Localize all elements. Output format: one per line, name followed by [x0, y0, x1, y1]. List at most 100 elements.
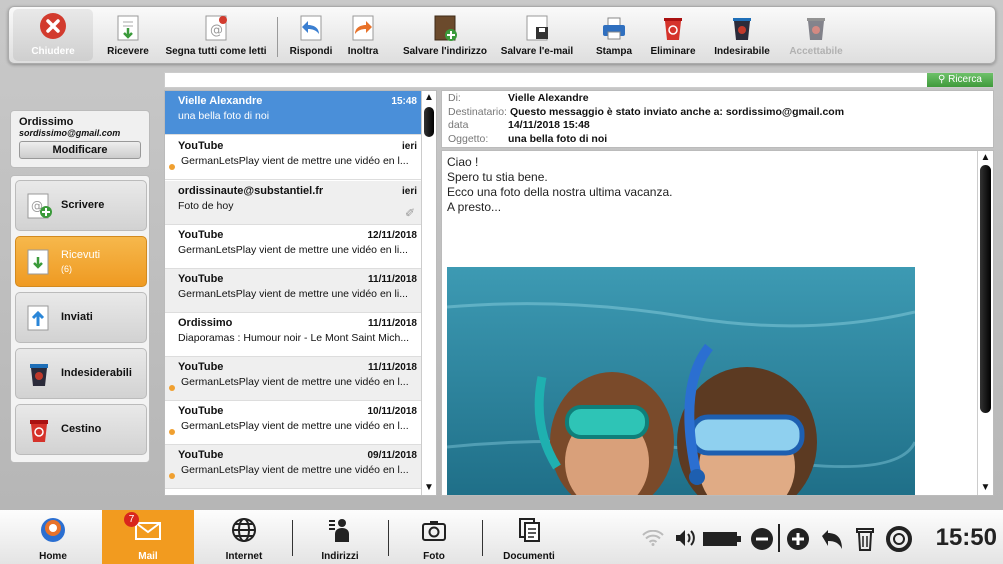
- scroll-thumb[interactable]: [424, 107, 434, 137]
- message-sender: YouTube: [178, 405, 224, 417]
- accept-button[interactable]: Accettabile: [783, 9, 849, 61]
- list-item[interactable]: YouTube ieri GermanLetsPlay vient de met…: [165, 136, 421, 180]
- message-subject: GermanLetsPlay vient de mettre une vidéo…: [181, 376, 409, 388]
- folder-label: Cestino: [61, 423, 102, 435]
- message-sender: YouTube: [178, 361, 224, 373]
- mark-read-icon: @: [205, 15, 227, 41]
- scroll-down-icon[interactable]: ▼: [978, 481, 993, 495]
- dock-home[interactable]: Home: [18, 510, 88, 564]
- message-sender: YouTube: [178, 140, 224, 152]
- junk-button[interactable]: Indesirabile: [709, 9, 775, 61]
- date-key: data: [448, 119, 469, 131]
- help-lifebuoy-icon[interactable]: [886, 526, 912, 552]
- list-item[interactable]: Vielle Alexandre 15:48 una bella foto di…: [165, 91, 421, 135]
- delete-button[interactable]: Eliminare: [645, 9, 701, 61]
- dock-label: Indirizzi: [321, 551, 359, 562]
- scroll-thumb[interactable]: [980, 165, 991, 413]
- list-item[interactable]: YouTube 11/11/2018 GermanLetsPlay vient …: [165, 269, 421, 313]
- reply-button[interactable]: Rispondi: [285, 9, 337, 61]
- search-button[interactable]: ⚲ Ricerca: [927, 73, 993, 87]
- search-input[interactable]: ⚲ Ricerca: [164, 72, 994, 88]
- delete-label: Eliminare: [650, 46, 696, 57]
- folder-label: Ricevuti: [61, 249, 101, 261]
- mark-all-read-button[interactable]: @ Segna tutti come letti: [161, 9, 271, 61]
- list-item[interactable]: YouTube 10/11/2018 GermanLetsPlay vient …: [165, 401, 421, 445]
- battery-icon[interactable]: [702, 530, 744, 548]
- folder-inbox[interactable]: Ricevuti (6): [15, 236, 147, 287]
- from-value[interactable]: Vielle Alexandre: [508, 92, 589, 104]
- volume-icon[interactable]: [674, 528, 696, 548]
- reply-label: Rispondi: [289, 46, 333, 57]
- receive-button[interactable]: Ricevere: [101, 9, 155, 61]
- dock-contacts[interactable]: Indirizzi: [304, 510, 376, 564]
- message-date: 12/11/2018: [367, 230, 418, 241]
- date-value: 14/11/2018 15:48: [508, 119, 590, 131]
- message-subject: GermanLetsPlay vient de mettre une vidéo…: [181, 155, 409, 167]
- dock-mail[interactable]: 7 Mail: [102, 510, 194, 564]
- scroll-up-icon[interactable]: ▲: [422, 91, 436, 105]
- folder-label: Inviati: [61, 311, 93, 323]
- reply-icon: [300, 15, 322, 41]
- message-body: Ciao ! Spero tu stia bene. Ecco una foto…: [441, 150, 994, 496]
- body-line: A presto...: [447, 200, 502, 214]
- dock-photos[interactable]: Foto: [398, 510, 470, 564]
- trash-icon[interactable]: [854, 526, 876, 552]
- close-button[interactable]: Chiudere: [13, 9, 93, 61]
- dock-documents[interactable]: Documenti: [492, 510, 566, 564]
- trash-icon: [30, 420, 48, 442]
- list-item[interactable]: ordissinaute@substantiel.fr ieri Foto de…: [165, 181, 421, 225]
- folder-junk[interactable]: Indesiderabili: [15, 348, 147, 399]
- modify-account-button[interactable]: Modificare: [19, 141, 141, 159]
- attached-photo[interactable]: [447, 267, 915, 496]
- message-date: 09/11/2018: [367, 450, 418, 461]
- print-button[interactable]: Stampa: [589, 9, 639, 61]
- svg-text:@: @: [210, 23, 223, 38]
- message-sender: Ordissimo: [178, 317, 233, 329]
- folder-label: Scrivere: [61, 199, 105, 211]
- folder-sent[interactable]: Inviati: [15, 292, 147, 343]
- message-header: Di: Vielle Alexandre Destinatario: Questo …: [441, 90, 994, 148]
- message-subject: GermanLetsPlay vient de mettre une vidéo…: [181, 464, 409, 476]
- folder-trash[interactable]: Cestino: [15, 404, 147, 455]
- save-email-button[interactable]: Salvare l'e-mail: [497, 9, 577, 61]
- dock-label: Home: [39, 551, 67, 562]
- message-sender: YouTube: [178, 229, 224, 241]
- scroll-up-icon[interactable]: ▲: [978, 151, 993, 165]
- wifi-icon[interactable]: [642, 530, 664, 546]
- from-key: Di:: [448, 92, 461, 104]
- unread-dot-icon: [169, 473, 175, 479]
- unread-dot-icon: [169, 429, 175, 435]
- account-panel: Ordissimo sordissimo@gmail.com Modificar…: [10, 110, 150, 168]
- mark-all-read-label: Segna tutti come letti: [165, 46, 267, 57]
- list-item[interactable]: YouTube 12/11/2018 GermanLetsPlay vient …: [165, 225, 421, 269]
- dock-separator: [292, 520, 293, 556]
- inbox-icon: [27, 249, 49, 275]
- folder-label: Indesiderabili: [61, 367, 132, 379]
- plus-circle-icon[interactable]: [786, 527, 810, 551]
- list-item[interactable]: YouTube 09/11/2018 GermanLetsPlay vient …: [165, 445, 421, 489]
- message-sender: YouTube: [178, 449, 224, 461]
- message-subject: Foto de hoy: [178, 200, 234, 212]
- list-item[interactable]: YouTube 11/11/2018 GermanLetsPlay vient …: [165, 357, 421, 401]
- message-body-scrollbar[interactable]: ▲ ▼: [977, 151, 993, 495]
- compose-icon: @: [27, 193, 52, 219]
- undo-icon[interactable]: [822, 527, 844, 551]
- forward-button[interactable]: Inoltra: [341, 9, 385, 61]
- message-date: ieri: [401, 141, 417, 152]
- scroll-down-icon[interactable]: ▼: [422, 481, 436, 495]
- dock-internet[interactable]: Internet: [208, 510, 280, 564]
- status-area: 15:50: [640, 510, 1003, 564]
- message-sender: YouTube: [178, 273, 224, 285]
- attachment-icon: ✐: [404, 206, 415, 220]
- message-list-scrollbar[interactable]: ▲ ▼: [421, 91, 436, 495]
- minus-circle-icon[interactable]: [750, 527, 774, 551]
- trash-icon: [664, 18, 682, 40]
- forward-icon: [352, 15, 374, 41]
- junk-bin-icon: [733, 18, 751, 40]
- account-email: sordissimo@gmail.com: [19, 128, 121, 138]
- folder-compose[interactable]: @ Scrivere: [15, 180, 147, 231]
- message-date: ieri: [401, 186, 417, 197]
- list-item[interactable]: Ordissimo 11/11/2018 Diaporamas : Humour…: [165, 313, 421, 357]
- save-address-button[interactable]: Salvare l'indirizzo: [393, 9, 497, 61]
- dock-label: Documenti: [503, 551, 555, 562]
